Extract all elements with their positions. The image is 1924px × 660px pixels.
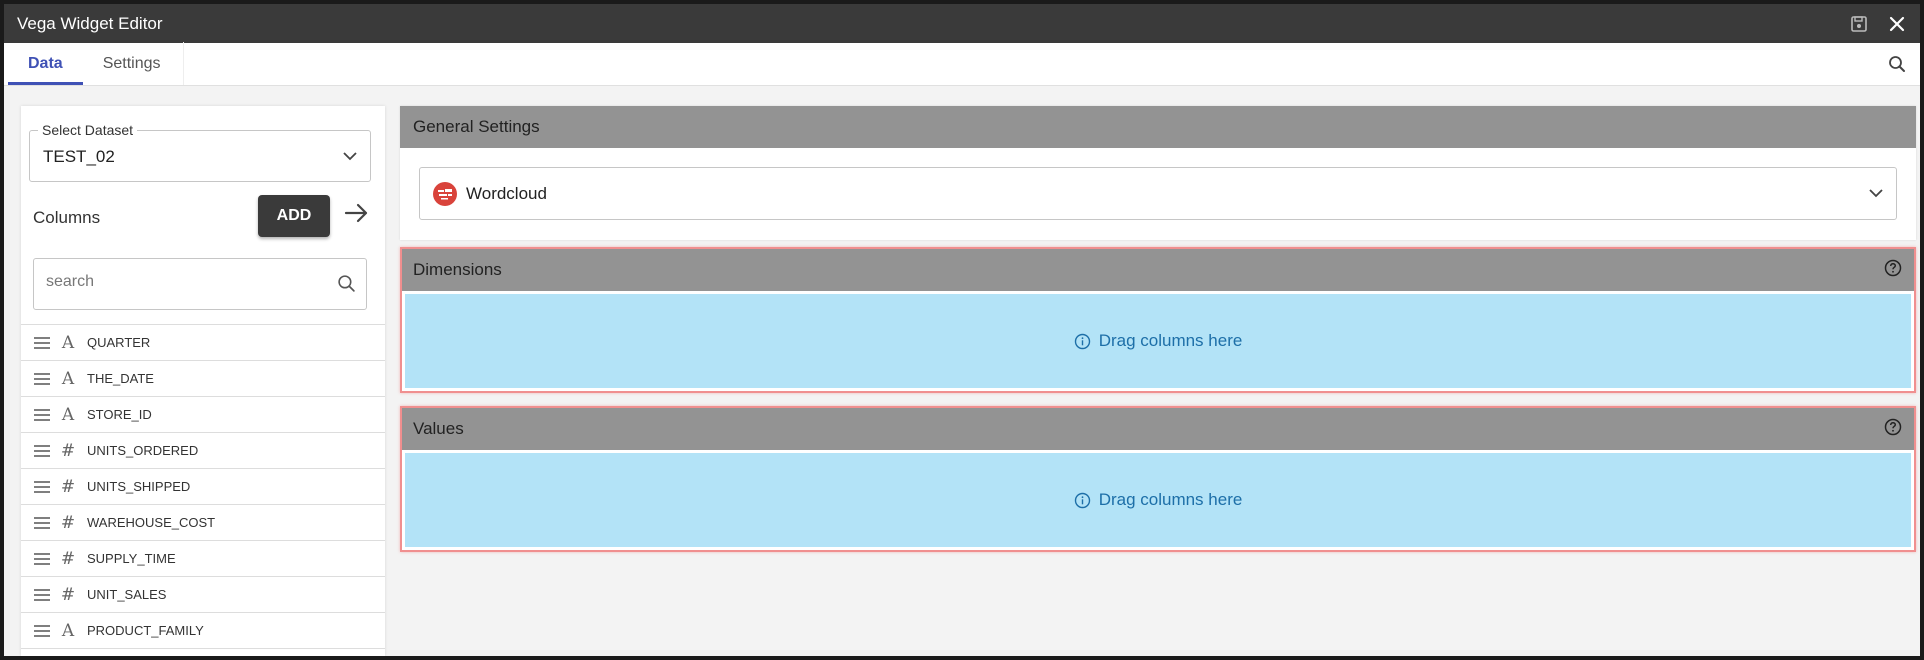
- columns-panel: Select Dataset TEST_02 Columns ADD A QUAR…: [21, 106, 385, 656]
- column-list: A QUARTER A THE_DATE A STORE_ID # UNITS_ORDERED…: [21, 324, 385, 649]
- column-row[interactable]: # WAREHOUSE_COST: [21, 505, 385, 541]
- column-row[interactable]: # UNIT_SALES: [21, 577, 385, 613]
- close-icon[interactable]: [1884, 11, 1910, 37]
- column-name: PRODUCT_FAMILY: [87, 623, 204, 638]
- column-row[interactable]: A PRODUCT_FAMILY: [21, 613, 385, 649]
- column-name: QUARTER: [87, 335, 151, 350]
- dataset-select-label: Select Dataset: [38, 122, 138, 138]
- column-row[interactable]: A STORE_ID: [21, 397, 385, 433]
- column-name: STORE_ID: [87, 407, 152, 422]
- numeric-type-icon: #: [60, 584, 76, 605]
- tab-data[interactable]: Data: [8, 42, 83, 85]
- drag-handle-icon[interactable]: [33, 624, 51, 638]
- column-name: UNIT_SALES: [87, 587, 167, 602]
- window-title: Vega Widget Editor: [17, 13, 163, 33]
- tab-divider: [182, 42, 184, 85]
- info-icon: [1074, 492, 1091, 509]
- help-icon[interactable]: [1884, 418, 1902, 441]
- numeric-type-icon: #: [60, 440, 76, 461]
- drag-handle-icon[interactable]: [33, 444, 51, 458]
- numeric-type-icon: #: [60, 512, 76, 533]
- add-button[interactable]: ADD: [258, 195, 330, 237]
- text-type-icon: A: [61, 332, 75, 353]
- info-icon: [1074, 333, 1091, 350]
- editor-content: Select Dataset TEST_02 Columns ADD A QUAR…: [4, 86, 1920, 656]
- values-title: Values: [413, 419, 464, 438]
- column-name: WAREHOUSE_COST: [87, 515, 216, 530]
- dataset-select-value: TEST_02: [43, 147, 115, 166]
- help-icon[interactable]: [1884, 259, 1902, 282]
- drag-handle-icon[interactable]: [33, 516, 51, 530]
- column-row[interactable]: # UNITS_ORDERED: [21, 433, 385, 469]
- general-settings-card: General Settings Wordcloud: [400, 106, 1916, 240]
- column-name: UNITS_SHIPPED: [87, 479, 191, 494]
- drag-handle-icon[interactable]: [33, 336, 51, 350]
- chevron-down-icon: [342, 148, 358, 169]
- dimensions-zone: Dimensions Drag columns here: [400, 247, 1916, 393]
- column-row[interactable]: A QUARTER: [21, 325, 385, 361]
- search-icon[interactable]: [1884, 51, 1910, 77]
- column-row[interactable]: A THE_DATE: [21, 361, 385, 397]
- text-type-icon: A: [61, 368, 75, 389]
- columns-label: Columns: [33, 208, 101, 227]
- numeric-type-icon: #: [60, 548, 76, 569]
- save-icon[interactable]: [1846, 11, 1872, 37]
- drag-handle-icon[interactable]: [33, 408, 51, 422]
- values-zone: Values Drag columns here: [400, 406, 1916, 552]
- editor-window: Vega Widget Editor Data Settings Select …: [4, 4, 1920, 656]
- settings-area: General Settings Wordcloud Dimensions Dr…: [400, 106, 1916, 552]
- tab-bar: Data Settings: [4, 42, 1920, 86]
- column-name: THE_DATE: [87, 371, 154, 386]
- chart-type-select[interactable]: Wordcloud: [419, 167, 1897, 220]
- general-settings-title: General Settings: [400, 106, 1916, 148]
- wordcloud-icon: [433, 181, 457, 206]
- column-name: UNITS_ORDERED: [87, 443, 199, 458]
- drag-handle-icon[interactable]: [33, 588, 51, 602]
- search-icon[interactable]: [337, 274, 356, 298]
- dimensions-title: Dimensions: [413, 260, 502, 279]
- tab-settings[interactable]: Settings: [83, 42, 181, 85]
- numeric-type-icon: #: [60, 476, 76, 497]
- column-search: [33, 258, 367, 310]
- column-name: SUPPLY_TIME: [87, 551, 176, 566]
- column-row[interactable]: # UNITS_SHIPPED: [21, 469, 385, 505]
- column-search-input[interactable]: [46, 273, 326, 291]
- chevron-down-icon: [1868, 185, 1884, 206]
- values-drop-area[interactable]: Drag columns here: [405, 453, 1911, 547]
- text-type-icon: A: [61, 620, 75, 641]
- arrow-right-icon[interactable]: [344, 202, 370, 229]
- drag-handle-icon[interactable]: [33, 372, 51, 386]
- chart-type-value: Wordcloud: [466, 183, 547, 203]
- drag-handle-icon[interactable]: [33, 552, 51, 566]
- text-type-icon: A: [61, 404, 75, 425]
- dimensions-drop-text: Drag columns here: [1098, 331, 1243, 350]
- values-drop-text: Drag columns here: [1098, 490, 1243, 509]
- dimensions-drop-area[interactable]: Drag columns here: [405, 294, 1911, 388]
- title-bar: Vega Widget Editor: [4, 4, 1920, 43]
- drag-handle-icon[interactable]: [33, 480, 51, 494]
- column-row[interactable]: # SUPPLY_TIME: [21, 541, 385, 577]
- dataset-select[interactable]: Select Dataset TEST_02: [29, 122, 371, 182]
